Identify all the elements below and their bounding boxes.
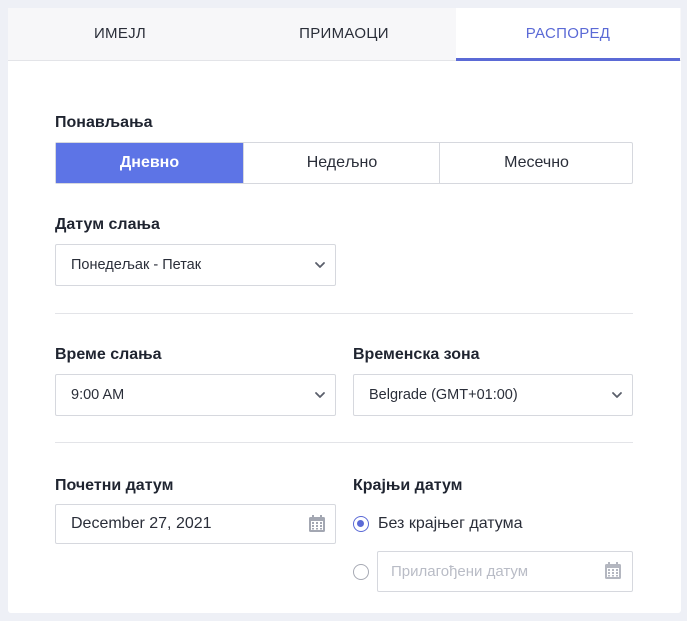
tab-email[interactable]: ИМЕЈЛ bbox=[8, 8, 232, 60]
timezone-select[interactable]: Belgrade (GMT+01:00) bbox=[353, 374, 633, 416]
send-date-select[interactable]: Понедељак - Петак bbox=[55, 244, 336, 286]
no-end-date-label: Без крајњег датума bbox=[378, 515, 523, 532]
divider bbox=[55, 442, 633, 443]
send-time-select[interactable]: 9:00 AM bbox=[55, 374, 336, 416]
chevron-down-icon bbox=[315, 392, 325, 398]
start-date-label: Почетни датум bbox=[55, 477, 174, 494]
calendar-icon[interactable] bbox=[307, 514, 327, 534]
send-time-value: 9:00 AM bbox=[71, 387, 125, 403]
repeat-monthly-button[interactable]: Месечно bbox=[439, 143, 633, 183]
custom-date-input[interactable]: Прилагођени датум bbox=[377, 551, 633, 592]
start-date-input[interactable]: December 27, 2021 bbox=[55, 504, 336, 544]
end-date-label: Крајњи датум bbox=[353, 477, 463, 494]
send-date-value: Понедељак - Петак bbox=[71, 257, 202, 273]
timezone-label: Временска зона bbox=[353, 346, 480, 363]
custom-date-placeholder: Прилагођени датум bbox=[391, 563, 529, 580]
chevron-down-icon bbox=[612, 392, 622, 398]
timezone-value: Belgrade (GMT+01:00) bbox=[369, 387, 518, 403]
start-date-value: December 27, 2021 bbox=[71, 515, 212, 532]
send-time-label: Време слања bbox=[55, 346, 162, 363]
no-end-date-radio[interactable] bbox=[353, 516, 369, 532]
repeat-daily-button[interactable]: Дневно bbox=[56, 143, 243, 183]
repeat-segmented-control: Дневно Недељно Месечно bbox=[55, 142, 633, 184]
repeat-weekly-button[interactable]: Недељно bbox=[243, 143, 440, 183]
chevron-down-icon bbox=[315, 262, 325, 268]
custom-date-radio[interactable] bbox=[353, 564, 369, 580]
divider bbox=[55, 313, 633, 314]
tab-recipients[interactable]: ПРИМАОЦИ bbox=[232, 8, 456, 60]
calendar-icon[interactable] bbox=[603, 561, 623, 581]
send-date-label: Датум слања bbox=[55, 216, 160, 233]
repeat-label: Понављања bbox=[55, 114, 153, 131]
tab-schedule[interactable]: РАСПОРЕД bbox=[456, 8, 680, 61]
tab-bar: ИМЕЈЛ ПРИМАОЦИ РАСПОРЕД bbox=[8, 8, 681, 61]
schedule-panel: ИМЕЈЛ ПРИМАОЦИ РАСПОРЕД Понављања Дневно… bbox=[8, 8, 681, 613]
